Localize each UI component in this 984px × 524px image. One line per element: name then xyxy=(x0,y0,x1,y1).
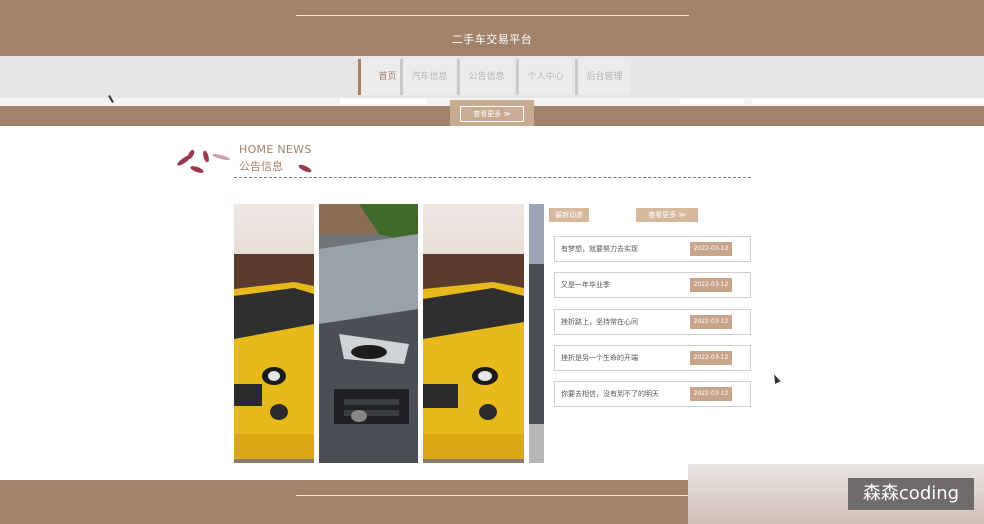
yellow-car-image xyxy=(234,204,314,463)
footer-divider xyxy=(296,495,689,496)
news-item[interactable]: 你要去相信，没有到不了的明天 2022-03-12 xyxy=(554,381,751,407)
section-title-cn: 公告信息 xyxy=(239,160,283,173)
header-divider xyxy=(296,15,689,16)
leaf-icon xyxy=(186,148,196,161)
nav-item-user-center[interactable]: 个人中心 xyxy=(516,59,572,95)
nav-item-announcements[interactable]: 公告信息 xyxy=(457,59,513,95)
car-image-edge xyxy=(529,204,544,463)
news-item-title: 挫折是另一个生命的开端 xyxy=(561,354,638,362)
news-item-title: 又是一年毕业季 xyxy=(561,281,610,289)
yellow-car-image xyxy=(423,204,524,463)
banner-tab: 查看更多 ≫ xyxy=(450,100,534,126)
leaf-icon xyxy=(297,163,313,174)
strip-block xyxy=(340,98,426,104)
gallery-panel[interactable] xyxy=(529,204,544,463)
news-item-title: 有梦想，就要努力去实现 xyxy=(561,245,638,253)
watermark-label: 森森coding xyxy=(848,478,974,510)
gallery-panel[interactable] xyxy=(234,204,314,463)
news-item-date: 2022-03-12 xyxy=(690,242,732,256)
banner-more-button[interactable]: 查看更多 ≫ xyxy=(460,106,524,122)
site-title: 二手车交易平台 xyxy=(451,33,533,46)
leaf-icon xyxy=(211,152,231,162)
news-item-date: 2022-03-12 xyxy=(690,315,732,329)
news-more-button[interactable]: 查看更多 ≫ xyxy=(636,208,698,222)
news-item-title: 挫折路上，坚持常在心间 xyxy=(561,318,638,326)
latest-news-button[interactable]: 最新动态 xyxy=(549,208,589,222)
gallery-panel[interactable] xyxy=(423,204,524,463)
section-title-en: HOME NEWS xyxy=(239,143,312,156)
news-item[interactable]: 挫折是另一个生命的开端 2022-03-12 xyxy=(554,345,751,371)
nav-item-admin[interactable]: 后台管理 xyxy=(575,59,631,95)
nav-item-car-info[interactable]: 汽车信息 xyxy=(400,59,456,95)
grey-car-image xyxy=(319,204,418,463)
news-item-date: 2022-03-12 xyxy=(690,351,732,365)
news-image-gallery[interactable] xyxy=(234,204,544,463)
news-item-date: 2022-03-12 xyxy=(690,278,732,292)
news-item[interactable]: 有梦想，就要努力去实现 2022-03-12 xyxy=(554,236,751,262)
strip-block xyxy=(752,98,984,104)
mouse-cursor-icon xyxy=(771,373,781,384)
news-item-date: 2022-03-12 xyxy=(690,387,732,401)
strip-block xyxy=(680,98,744,104)
leaf-icon xyxy=(202,150,210,163)
section-divider xyxy=(234,177,751,178)
news-item-title: 你要去相信，没有到不了的明天 xyxy=(561,390,659,398)
gallery-panel[interactable] xyxy=(319,204,418,463)
main-nav: 首页 汽车信息 公告信息 个人中心 后台管理 xyxy=(0,56,984,98)
news-item[interactable]: 又是一年毕业季 2022-03-12 xyxy=(554,272,751,298)
news-item[interactable]: 挫折路上，坚持常在心间 2022-03-12 xyxy=(554,309,751,335)
site-header: 二手车交易平台 xyxy=(0,0,984,56)
leaf-icon xyxy=(189,164,205,175)
